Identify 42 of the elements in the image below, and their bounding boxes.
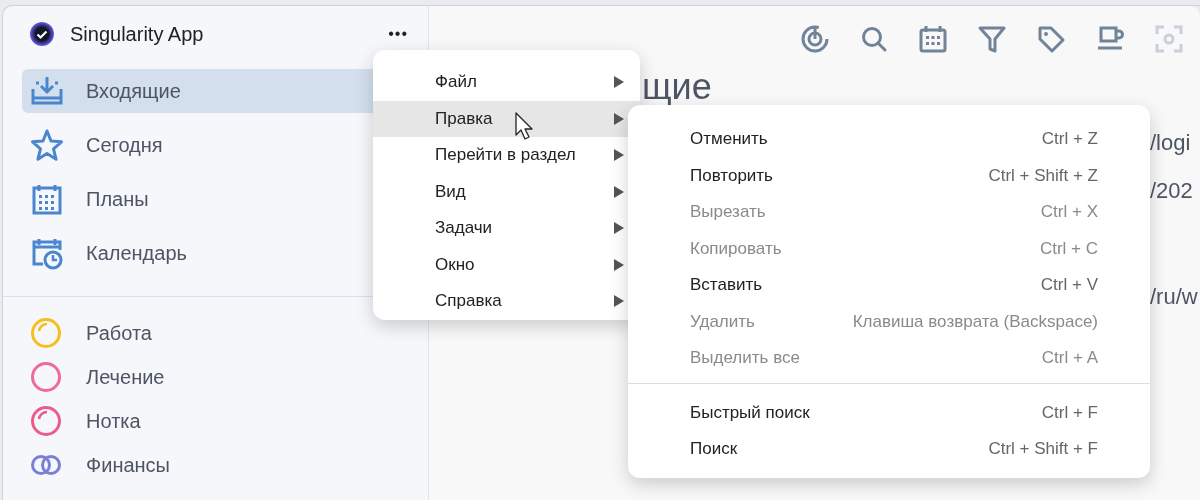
menu-item[interactable]: Поиск Ctrl + Shift + F bbox=[628, 431, 1150, 468]
shortcut-text: Клавиша возврата (Backspace) bbox=[852, 311, 1098, 332]
submenu-arrow-icon bbox=[614, 295, 624, 308]
inbox-icon bbox=[30, 74, 64, 108]
star-icon bbox=[30, 128, 64, 162]
menu-item[interactable]: Вставить Ctrl + V bbox=[628, 267, 1150, 304]
calendar-icon[interactable] bbox=[918, 24, 948, 54]
menu-item[interactable]: Повторить Ctrl + Shift + Z bbox=[628, 157, 1150, 194]
submenu-arrow-icon bbox=[614, 222, 624, 235]
task-text: /202 bbox=[1150, 178, 1194, 204]
cursor-icon bbox=[515, 112, 535, 141]
shortcut-text: Ctrl + V bbox=[1040, 275, 1098, 296]
task-text: /logi bbox=[1150, 130, 1192, 156]
project-item[interactable]: Финансы bbox=[30, 449, 428, 481]
filter-icon[interactable] bbox=[977, 24, 1007, 54]
project-item[interactable]: Работа bbox=[30, 317, 428, 349]
page-heading: щие bbox=[642, 66, 713, 108]
submenu-arrow-icon bbox=[614, 112, 624, 125]
task-text: /ru/w bbox=[1150, 284, 1199, 310]
project-item[interactable]: Лечение bbox=[30, 361, 428, 393]
submenu-arrow-icon bbox=[614, 149, 624, 162]
app-name: Singularity App bbox=[70, 22, 205, 46]
submenu-arrow-icon bbox=[614, 76, 624, 89]
shortcut-text: Ctrl + Z bbox=[1041, 129, 1098, 150]
menu-item[interactable]: Правка bbox=[373, 100, 640, 137]
shortcut-text: Ctrl + F bbox=[1041, 402, 1098, 423]
submenu-arrow-icon bbox=[614, 185, 624, 198]
radar-icon[interactable] bbox=[800, 24, 830, 54]
calendar-clock-icon bbox=[30, 236, 64, 270]
shortcut-text: Ctrl + A bbox=[1041, 348, 1098, 369]
submenu-arrow-icon bbox=[614, 258, 624, 271]
shortcut-text: Ctrl + X bbox=[1040, 202, 1098, 223]
menu-item[interactable]: Быстрый поиск Ctrl + F bbox=[628, 394, 1150, 431]
shortcut-text: Ctrl + Shift + Z bbox=[988, 165, 1098, 186]
shortcut-text: Ctrl + Shift + F bbox=[988, 439, 1098, 460]
calendar-grid-icon bbox=[30, 182, 64, 216]
shortcut-text: Ctrl + C bbox=[1039, 238, 1098, 259]
app-logo-icon bbox=[30, 22, 54, 46]
tag-icon[interactable] bbox=[1036, 24, 1066, 54]
search-icon[interactable] bbox=[859, 24, 889, 54]
more-button[interactable]: ••• bbox=[388, 25, 408, 43]
project-item[interactable]: Нотка bbox=[30, 405, 428, 437]
